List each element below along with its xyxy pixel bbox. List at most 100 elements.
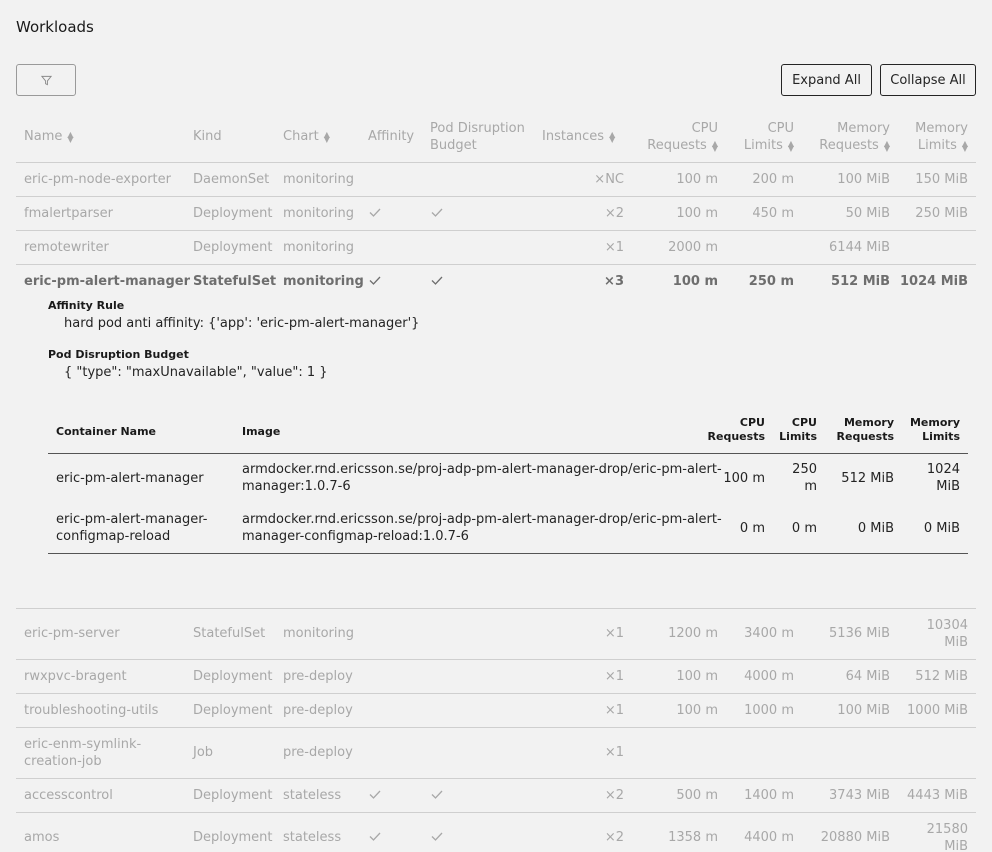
container-image-line2: manager:1.0.7-6 xyxy=(242,479,351,494)
container-cpu-limits-line2: m xyxy=(804,479,817,494)
cell-memory-requests: 512 MiB xyxy=(831,274,890,289)
cell-cpu-requests: 500 m xyxy=(676,788,718,803)
table-row[interactable]: remotewriter Deployment monitoring ×1 20… xyxy=(16,231,976,265)
table-row[interactable]: amos Deployment stateless ×2 1358 m 4400… xyxy=(16,813,976,852)
cell-instances: ×1 xyxy=(604,669,624,684)
collapse-all-button[interactable]: Collapse All xyxy=(880,64,976,96)
workloads-table-top: eric-pm-node-exporter DaemonSet monitori… xyxy=(16,163,976,299)
column-header-memory-requests[interactable]: Memory Requests ▲ ▼ xyxy=(819,120,890,154)
cell-instances: ×2 xyxy=(604,788,624,803)
container-table: Container Name Image CPU Requests CPU Li… xyxy=(48,412,968,554)
cell-memory-limits: 1024 MiB xyxy=(899,274,968,289)
sort-icon[interactable]: ▲ ▼ xyxy=(324,130,330,143)
column-header-affinity: Affinity xyxy=(368,129,415,144)
column-header-cpu-limits[interactable]: CPU Limits ▲ ▼ xyxy=(744,120,794,154)
cell-memory-limits: 1000 MiB xyxy=(907,703,968,718)
cell-instances: ×1 xyxy=(604,626,624,641)
cell-name-line1: eric-enm-symlink- xyxy=(24,737,142,752)
container-header-name: Container Name xyxy=(56,425,157,438)
container-header-memory-limits-line1: Memory xyxy=(909,416,960,429)
cell-instances: ×2 xyxy=(604,830,624,845)
column-header-name[interactable]: Name ▲ ▼ xyxy=(24,128,74,145)
cell-name: troubleshooting-utils xyxy=(24,703,159,718)
cell-instances: ×1 xyxy=(604,703,624,718)
container-cpu-requests: 0 m xyxy=(739,521,765,536)
cell-cpu-requests: 100 m xyxy=(672,274,718,289)
container-name-line2: configmap-reload xyxy=(56,529,171,544)
cell-memory-limits: 512 MiB xyxy=(915,669,968,684)
cell-cpu-requests: 1358 m xyxy=(668,830,718,845)
container-image: armdocker.rnd.ericsson.se/proj-adp-pm-al… xyxy=(242,461,722,495)
cell-chart: stateless xyxy=(283,830,342,845)
column-header-name-label: Name xyxy=(24,129,63,144)
filter-button[interactable] xyxy=(16,64,76,96)
container-name: eric-pm-alert-manager- configmap-reload xyxy=(56,511,207,545)
cell-instances: ×2 xyxy=(604,206,624,221)
column-header-instances[interactable]: Instances ▲ ▼ xyxy=(542,128,615,145)
cell-name: eric-pm-node-exporter xyxy=(24,172,171,187)
container-memory-limits: 0 MiB xyxy=(923,521,960,536)
sort-icon[interactable]: ▲ ▼ xyxy=(712,139,718,152)
column-header-pdb-line2: Budget xyxy=(430,138,477,153)
filter-icon xyxy=(40,75,52,85)
pdb-value: { "type": "maxUnavailable", "value": 1 } xyxy=(64,365,328,380)
table-row[interactable]: eric-enm-symlink- creation-job Job pre-d… xyxy=(16,728,976,779)
container-header-cpu-requests: CPU Requests xyxy=(708,416,765,444)
column-header-cpu-requests[interactable]: CPU Requests ▲ ▼ xyxy=(647,120,718,154)
table-row-expanded[interactable]: eric-pm-alert-manager StatefulSet monito… xyxy=(16,265,976,299)
expand-all-button[interactable]: Expand All xyxy=(781,64,872,96)
cell-chart: monitoring xyxy=(283,240,354,255)
column-header-kind: Kind xyxy=(193,129,222,144)
check-icon xyxy=(369,829,381,846)
container-header-memory-requests-line1: Memory xyxy=(843,416,894,429)
column-header-chart-label: Chart xyxy=(283,129,319,144)
container-header-memory-limits-line2: Limits xyxy=(922,430,960,443)
column-header-memory-limits[interactable]: Memory Limits ▲ ▼ xyxy=(915,120,968,154)
column-header-chart[interactable]: Chart ▲ ▼ xyxy=(283,128,330,145)
cell-instances: ×1 xyxy=(604,240,624,255)
table-row[interactable]: fmalertparser Deployment monitoring ×2 1… xyxy=(16,197,976,231)
cell-kind: Deployment xyxy=(193,240,273,255)
cell-cpu-requests: 100 m xyxy=(676,669,718,684)
sort-icon[interactable]: ▲ ▼ xyxy=(884,139,890,152)
container-memory-requests: 0 MiB xyxy=(857,521,894,536)
table-row[interactable]: rwxpvc-bragent Deployment pre-deploy ×1 … xyxy=(16,660,976,694)
cell-chart: monitoring xyxy=(283,172,354,187)
cell-cpu-limits: 250 m xyxy=(748,274,794,289)
cell-name: amos xyxy=(24,830,60,845)
column-header-cpu-limits-line2: Limits xyxy=(743,138,783,153)
cell-chart: monitoring xyxy=(283,206,354,221)
check-icon xyxy=(431,787,443,804)
column-header-memory-requests-line1: Memory xyxy=(837,121,890,136)
container-memory-limits-line1: 1024 xyxy=(926,462,960,477)
cell-kind: Deployment xyxy=(193,830,273,845)
cell-chart: monitoring xyxy=(283,274,364,289)
cell-chart: stateless xyxy=(283,788,342,803)
table-row[interactable]: accesscontrol Deployment stateless ×2 50… xyxy=(16,779,976,813)
container-image-line2: manager-configmap-reload:1.0.7-6 xyxy=(242,529,469,544)
table-row[interactable]: eric-pm-node-exporter DaemonSet monitori… xyxy=(16,163,976,197)
cell-cpu-requests: 1200 m xyxy=(668,626,718,641)
container-header-image: Image xyxy=(242,425,281,438)
sort-icon[interactable]: ▲ ▼ xyxy=(67,130,73,143)
table-row[interactable]: eric-pm-server StatefulSet monitoring ×1… xyxy=(16,609,976,660)
cell-cpu-limits: 1000 m xyxy=(744,703,794,718)
check-icon xyxy=(431,205,443,222)
affinity-rule-label: Affinity Rule xyxy=(48,299,125,312)
cell-chart: monitoring xyxy=(283,626,354,641)
cell-memory-limits: 21580 MiB xyxy=(927,821,968,852)
table-row[interactable]: troubleshooting-utils Deployment pre-dep… xyxy=(16,694,976,728)
check-icon xyxy=(369,273,381,290)
page-title: Workloads xyxy=(16,18,94,36)
workloads-table-bottom: eric-pm-server StatefulSet monitoring ×1… xyxy=(16,609,976,852)
container-header-cpu-requests-line2: Requests xyxy=(707,430,765,443)
container-cpu-limits: 250 m xyxy=(792,461,817,495)
check-icon xyxy=(431,273,443,290)
cell-memory-requests: 20880 MiB xyxy=(820,830,890,845)
sort-icon[interactable]: ▲ ▼ xyxy=(788,139,794,152)
cell-memory-requests: 3743 MiB xyxy=(829,788,890,803)
sort-icon[interactable]: ▲ ▼ xyxy=(609,130,615,143)
cell-memory-limits-line2: MiB xyxy=(944,839,968,852)
container-header-cpu-requests-line1: CPU xyxy=(739,416,765,429)
sort-icon[interactable]: ▲ ▼ xyxy=(962,139,968,152)
